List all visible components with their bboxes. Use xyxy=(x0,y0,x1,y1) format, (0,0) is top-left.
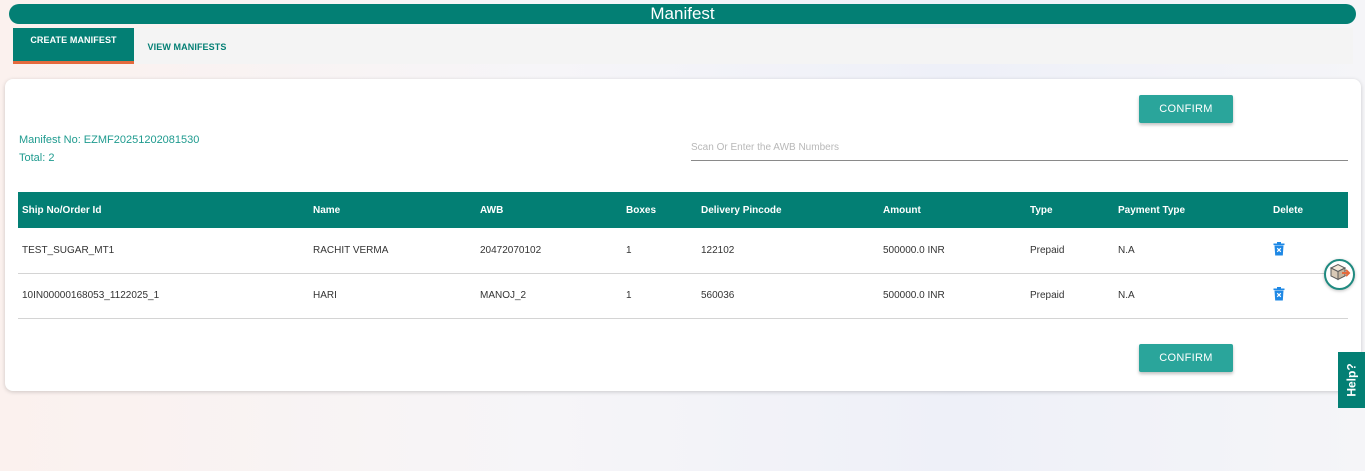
cell-amount: 500000.0 INR xyxy=(879,228,1026,274)
trash-icon[interactable] xyxy=(1273,241,1285,256)
cell-payment-type: N.A xyxy=(1114,273,1269,319)
table-row: 10IN00000168053_1122025_1 HARI MANOJ_2 1… xyxy=(18,273,1348,319)
header-amount: Amount xyxy=(883,204,921,216)
page-title: Manifest xyxy=(650,4,715,23)
cell-boxes: 1 xyxy=(622,273,697,319)
cell-awb: 20472070102 xyxy=(476,228,622,274)
table-row: TEST_SUGAR_MT1 RACHIT VERMA 20472070102 … xyxy=(18,228,1348,274)
header-payment-type: Payment Type xyxy=(1118,204,1186,216)
header-type: Type xyxy=(1030,204,1053,216)
cell-payment-type: N.A xyxy=(1114,228,1269,274)
cell-boxes: 1 xyxy=(622,228,697,274)
cell-type: Prepaid xyxy=(1026,273,1114,319)
cell-name: HARI xyxy=(309,273,476,319)
awb-input[interactable] xyxy=(691,134,1348,161)
manifest-number: Manifest No: EZMF20251202081530 xyxy=(19,134,200,146)
header-awb: AWB xyxy=(480,204,504,216)
manifest-table: Ship No/Order Id Name AWB Boxes Delivery… xyxy=(18,192,1348,319)
cell-name: RACHIT VERMA xyxy=(309,228,476,274)
tab-view-manifests[interactable]: VIEW MANIFESTS xyxy=(147,28,227,64)
help-label: Help? xyxy=(1344,363,1359,397)
tab-bar: CREATE MANIFEST VIEW MANIFESTS xyxy=(13,28,1353,64)
header-delete: Delete xyxy=(1273,204,1304,216)
header-name: Name xyxy=(313,204,341,216)
header-delivery-pincode: Delivery Pincode xyxy=(701,204,782,216)
trash-icon[interactable] xyxy=(1273,287,1285,301)
table-header-row: Ship No/Order Id Name AWB Boxes Delivery… xyxy=(18,192,1348,228)
cell-type: Prepaid xyxy=(1026,228,1114,274)
help-tab[interactable]: Help? xyxy=(1338,352,1365,408)
manifest-card: CONFIRM Manifest No: EZMF20251202081530 … xyxy=(5,79,1361,391)
package-exit-button[interactable] xyxy=(1324,259,1355,290)
package-exit-icon xyxy=(1329,262,1351,287)
cell-ship-no: TEST_SUGAR_MT1 xyxy=(18,228,309,274)
page-title-bar: Manifest xyxy=(9,4,1356,24)
cell-awb: MANOJ_2 xyxy=(476,273,622,319)
cell-ship-no: 10IN00000168053_1122025_1 xyxy=(18,273,309,319)
confirm-button-bottom[interactable]: CONFIRM xyxy=(1139,344,1233,372)
cell-amount: 500000.0 INR xyxy=(879,273,1026,319)
confirm-button-top[interactable]: CONFIRM xyxy=(1139,95,1233,123)
tab-create-manifest[interactable]: CREATE MANIFEST xyxy=(13,28,134,64)
manifest-total: Total: 2 xyxy=(19,152,55,164)
cell-pincode: 560036 xyxy=(697,273,879,319)
header-ship-no: Ship No/Order Id xyxy=(22,204,102,216)
header-boxes: Boxes xyxy=(626,204,657,216)
cell-pincode: 122102 xyxy=(697,228,879,274)
